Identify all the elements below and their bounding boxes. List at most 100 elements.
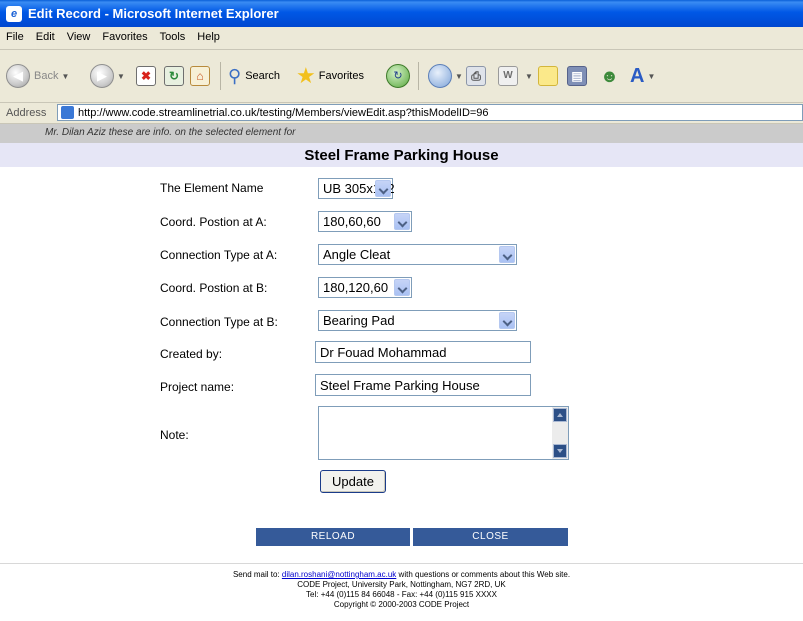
edit-dropdown-button[interactable]: ▼	[522, 63, 533, 89]
stop-button[interactable]: ✖	[136, 63, 156, 89]
print-button[interactable]: ⎙	[466, 63, 486, 89]
forward-button[interactable]: ▶ ▼	[90, 63, 125, 89]
footer-copyright: Copyright © 2000-2003 CODE Project	[333, 600, 470, 609]
window-titlebar: e Edit Record - Microsoft Internet Explo…	[0, 0, 803, 27]
word-icon: W	[498, 66, 518, 86]
conn-b-label: Connection Type at B:	[160, 315, 278, 329]
menu-bar: File Edit View Favorites Tools Help	[0, 27, 803, 50]
conn-b-select[interactable]: Bearing Pad	[318, 310, 517, 331]
research-icon: ▤	[567, 66, 587, 86]
chevron-down-icon	[394, 213, 410, 230]
font-dropdown-icon: ▼	[647, 71, 656, 81]
footer-address: CODE Project, University Park, Nottingha…	[297, 580, 506, 589]
refresh-icon: ↻	[164, 66, 184, 86]
created-by-field[interactable]: Dr Fouad Mohammad	[315, 341, 531, 363]
address-label: Address	[6, 107, 47, 119]
back-button[interactable]: ◀ Back ▼	[6, 63, 69, 89]
project-label: Project name:	[160, 380, 235, 394]
conn-a-value: Angle Cleat	[323, 247, 391, 262]
mail-button[interactable]: ▼	[428, 63, 463, 89]
project-name-field[interactable]: Steel Frame Parking House	[315, 374, 531, 396]
coord-a-label: Coord. Postion at A:	[160, 215, 267, 229]
info-text: Mr. Dilan Aziz these are info. on the se…	[45, 127, 296, 138]
conn-b-value: Bearing Pad	[323, 313, 395, 328]
history-button[interactable]: ↻	[386, 63, 410, 89]
home-button[interactable]: ⌂	[190, 63, 210, 89]
footer-send-suffix: with questions or comments about this We…	[398, 570, 571, 579]
back-label: Back	[34, 70, 59, 82]
forward-dropdown-icon: ▼	[117, 71, 125, 81]
forward-arrow-icon: ▶	[90, 64, 114, 88]
print-icon: ⎙	[466, 66, 486, 86]
note-scrollbar[interactable]	[552, 407, 568, 459]
font-button[interactable]: A ▼	[630, 63, 655, 89]
note-textarea[interactable]	[318, 406, 569, 460]
conn-a-label: Connection Type at A:	[160, 248, 278, 262]
coord-b-label: Coord. Postion at B:	[160, 281, 268, 295]
refresh-button[interactable]: ↻	[164, 63, 184, 89]
close-button[interactable]: CLOSE	[413, 528, 568, 546]
footer-mail-line: Send mail to: dilan.roshani@nottingham.a…	[0, 570, 803, 580]
stop-icon: ✖	[136, 66, 156, 86]
note-label: Note:	[160, 428, 189, 442]
footer: Send mail to: dilan.roshani@nottingham.a…	[0, 570, 803, 610]
menu-edit[interactable]: Edit	[30, 27, 61, 43]
info-strip: Mr. Dilan Aziz these are info. on the se…	[0, 124, 803, 143]
project-name-value: Steel Frame Parking House	[320, 378, 480, 393]
conn-a-select[interactable]: Angle Cleat	[318, 244, 517, 265]
mail-icon	[428, 64, 452, 88]
footer-send-prefix: Send mail to:	[232, 570, 280, 579]
menu-tools[interactable]: Tools	[154, 27, 192, 43]
mail-dropdown-icon: ▼	[455, 71, 463, 81]
toolbar-separator	[418, 62, 419, 90]
home-icon: ⌂	[190, 66, 210, 86]
back-dropdown-icon: ▼	[61, 71, 70, 81]
address-input[interactable]: http://www.code.streamlinetrial.co.uk/te…	[57, 104, 803, 121]
footer-phone: Tel: +44 (0)115 84 66048 - Fax: +44 (0)1…	[306, 590, 497, 599]
favorites-button[interactable]: ★ Favorites	[296, 63, 364, 89]
update-button[interactable]: Update	[320, 470, 386, 493]
research-button[interactable]: ▤	[567, 63, 587, 89]
menu-help[interactable]: Help	[191, 27, 226, 43]
chevron-down-icon	[499, 312, 515, 329]
messenger-icon: ☻	[600, 65, 619, 86]
search-button[interactable]: ⚲ Search	[228, 63, 280, 89]
menu-file[interactable]: File	[0, 27, 30, 43]
toolbar: ◀ Back ▼ ▶ ▼ ✖ ↻ ⌂ ⚲ Search ★ Favorites …	[0, 50, 803, 103]
chevron-down-icon	[375, 180, 391, 197]
discuss-button[interactable]	[538, 63, 558, 89]
font-icon: A	[630, 64, 645, 87]
page-icon	[61, 106, 74, 119]
menu-favorites[interactable]: Favorites	[96, 27, 153, 43]
address-url: http://www.code.streamlinetrial.co.uk/te…	[78, 107, 489, 119]
search-icon: ⚲	[228, 65, 242, 86]
footer-divider	[0, 563, 803, 564]
ie-logo-icon: e	[6, 6, 22, 22]
coord-a-select[interactable]: 180,60,60	[318, 211, 412, 232]
element-name-label: The Element Name	[160, 181, 264, 195]
footer-email-link[interactable]: dilan.roshani@nottingham.ac.uk	[282, 570, 396, 579]
word-edit-button[interactable]: W	[498, 63, 518, 89]
address-bar: Address http://www.code.streamlinetrial.…	[0, 103, 803, 124]
page-title: Steel Frame Parking House	[0, 143, 803, 167]
chevron-down-icon	[394, 279, 410, 296]
coord-a-value: 180,60,60	[323, 214, 381, 229]
scroll-up-icon[interactable]	[553, 408, 567, 422]
created-by-label: Created by:	[160, 347, 223, 361]
scroll-down-icon[interactable]	[553, 444, 567, 458]
favorites-label: Favorites	[318, 70, 364, 82]
history-icon: ↻	[386, 64, 410, 88]
note-icon	[538, 66, 558, 86]
favorites-star-icon: ★	[296, 63, 316, 88]
window-title: Edit Record - Microsoft Internet Explore…	[28, 6, 279, 21]
coord-b-select[interactable]: 180,120,60	[318, 277, 412, 298]
created-by-value: Dr Fouad Mohammad	[320, 345, 447, 360]
toolbar-separator	[220, 62, 221, 90]
reload-button[interactable]: RELOAD	[256, 528, 410, 546]
coord-b-value: 180,120,60	[323, 280, 389, 295]
element-name-select[interactable]: UB 305x102	[318, 178, 395, 199]
edit-dropdown-icon: ▼	[525, 71, 533, 81]
messenger-button[interactable]: ☻	[600, 63, 619, 89]
menu-view[interactable]: View	[61, 27, 97, 43]
chevron-down-icon	[499, 246, 515, 263]
